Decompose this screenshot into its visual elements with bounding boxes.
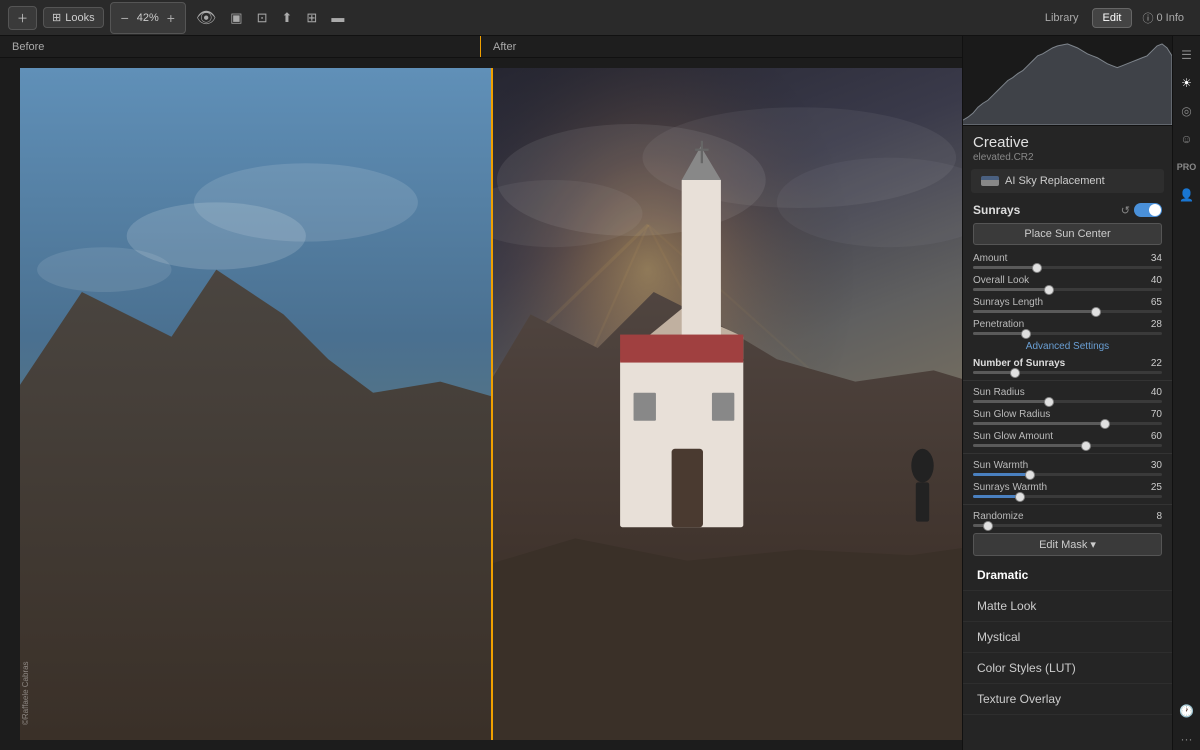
canvas-area: Before After [0, 36, 962, 750]
sun-icon[interactable]: ☀ [1176, 72, 1198, 94]
looks-label: Looks [65, 12, 94, 24]
looks-icon: ⊞ [52, 11, 61, 24]
divider-1 [963, 380, 1172, 381]
menu-item-matte[interactable]: Matte Look [963, 591, 1172, 622]
sky-bar[interactable]: AI Sky Replacement [971, 169, 1164, 193]
edit-tab[interactable]: Edit [1092, 8, 1133, 28]
mode-tabs: Library Edit ⓘ 0 Info [1034, 7, 1192, 29]
sunrays-toggle[interactable] [1134, 203, 1162, 217]
randomize-slider: Randomize 8 [963, 509, 1172, 529]
clock-icon[interactable]: 🕐 [1176, 700, 1198, 722]
sun-glow-radius-slider: Sun Glow Radius 70 [963, 407, 1172, 427]
overall-look-slider: Overall Look 40 [963, 273, 1172, 293]
grid-button[interactable]: ⊞ [302, 6, 321, 30]
toolbar: ＋ ⊞ Looks − 42% + 👁 ▣ ⊡ ⬆ ⊞ ▬ Library Ed… [0, 0, 1200, 36]
before-after-bar: Before After [0, 36, 962, 58]
crop-button[interactable]: ⊡ [253, 6, 272, 30]
layers-icon[interactable]: ☰ [1176, 44, 1198, 66]
photo-before [20, 68, 491, 740]
menu-item-mystical[interactable]: Mystical [963, 622, 1172, 653]
compare-button[interactable]: ▣ [226, 6, 246, 30]
menu-item-colorstyles[interactable]: Color Styles (LUT) [963, 653, 1172, 684]
right-side: Creative elevated.CR2 AI Sky Replacement… [962, 36, 1200, 750]
eye-button[interactable]: 👁 [192, 4, 220, 32]
edit-mask-button[interactable]: Edit Mask ▾ [973, 533, 1162, 556]
info-label: 0 Info [1156, 12, 1184, 24]
zoom-control: − 42% + [110, 2, 186, 34]
looks-button[interactable]: ⊞ Looks [43, 7, 104, 28]
panel-scroll[interactable]: Creative elevated.CR2 AI Sky Replacement… [963, 126, 1172, 750]
share-button[interactable]: ⬆ [278, 6, 297, 30]
penetration-slider: Penetration 28 [963, 317, 1172, 337]
amount-slider: Amount 34 [963, 251, 1172, 271]
main-sliders: Amount 34 Overall Look 40 [963, 251, 1172, 337]
number-sunrays-slider: Number of Sunrays 22 [963, 356, 1172, 376]
split-line[interactable] [491, 68, 493, 740]
photo-frame: ©Raffaele Cabras [20, 68, 962, 740]
person-icon[interactable]: 👤 [1176, 184, 1198, 206]
sun-warmth-slider: Sun Warmth 30 [963, 458, 1172, 478]
smile-icon[interactable]: ☺ [1176, 128, 1198, 150]
creative-title: Creative [973, 134, 1162, 151]
image-bg: ©Raffaele Cabras [0, 58, 962, 750]
panel-section-header: Creative elevated.CR2 [963, 126, 1172, 165]
divider-2 [963, 453, 1172, 454]
file-name: elevated.CR2 [973, 152, 1162, 163]
before-label: Before [0, 36, 481, 57]
main-area: Before After [0, 36, 1200, 750]
after-label: After [481, 36, 962, 57]
add-button[interactable]: ＋ [8, 6, 37, 30]
histogram-chart [963, 36, 1172, 125]
menu-item-dramatic[interactable]: Dramatic [963, 560, 1172, 591]
divider-3 [963, 504, 1172, 505]
info-icon: ⓘ [1142, 10, 1153, 26]
advanced-settings-button[interactable]: Advanced Settings [973, 341, 1162, 352]
library-tab[interactable]: Library [1034, 8, 1090, 28]
sunrays-section-row: Sunrays ↺ [963, 197, 1172, 221]
sky-icon [981, 176, 999, 186]
right-panel: Creative elevated.CR2 AI Sky Replacement… [962, 36, 1172, 750]
zoom-minus-button[interactable]: − [117, 6, 133, 30]
filmstrip-button[interactable]: ▬ [327, 6, 348, 29]
sun-glow-amount-slider: Sun Glow Amount 60 [963, 429, 1172, 449]
retouch-icon[interactable]: ◎ [1176, 100, 1198, 122]
more-icon[interactable]: ··· [1176, 728, 1198, 750]
right-icon-strip: ☰ ☀ ◎ ☺ PRO 👤 🕐 ··· [1172, 36, 1200, 750]
watermark: ©Raffaele Cabras [21, 661, 30, 725]
place-sun-button[interactable]: Place Sun Center [973, 223, 1162, 245]
reset-icon[interactable]: ↺ [1121, 204, 1130, 217]
pro-label: PRO [1176, 156, 1198, 178]
sunrays-length-slider: Sunrays Length 65 [963, 295, 1172, 315]
sunrays-title: Sunrays [973, 203, 1117, 217]
info-button[interactable]: ⓘ 0 Info [1134, 7, 1192, 29]
photo-after [491, 68, 962, 740]
menu-item-texture[interactable]: Texture Overlay [963, 684, 1172, 715]
sky-bar-label: AI Sky Replacement [1005, 175, 1105, 187]
sun-radius-slider: Sun Radius 40 [963, 385, 1172, 405]
menu-list: Dramatic Matte Look Mystical Color Style… [963, 560, 1172, 715]
plus-icon: ＋ [17, 10, 28, 26]
histogram-area [963, 36, 1172, 126]
zoom-value: 42% [137, 12, 159, 24]
zoom-plus-button[interactable]: + [163, 6, 179, 30]
image-container[interactable]: ©Raffaele Cabras [0, 58, 962, 750]
sunrays-warmth-slider: Sunrays Warmth 25 [963, 480, 1172, 500]
